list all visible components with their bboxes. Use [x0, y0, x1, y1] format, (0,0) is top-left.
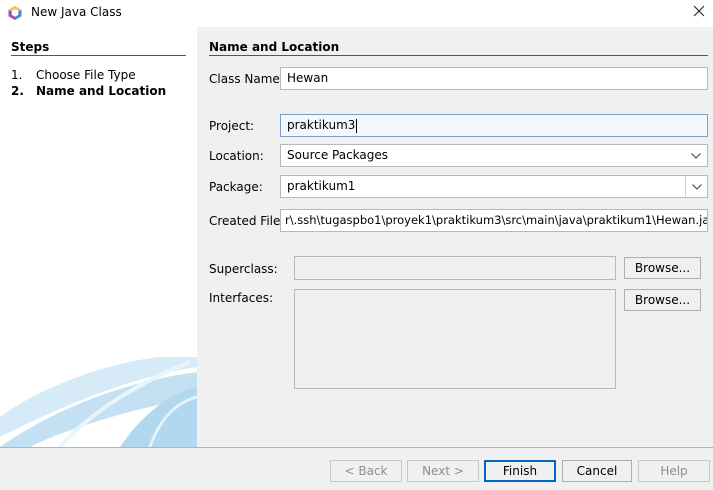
netbeans-cube-icon — [7, 5, 23, 21]
help-button[interactable]: Help — [638, 460, 710, 482]
step-number: 1. — [11, 68, 23, 82]
location-dropdown[interactable]: Source Packages — [280, 144, 708, 167]
location-value: Source Packages — [287, 148, 389, 162]
steps-divider — [11, 55, 186, 56]
decorative-swoosh-graphic — [0, 357, 197, 447]
project-value: praktikum3 — [287, 118, 356, 132]
name-and-location-panel: Name and Location Class Name: Hewan Proj… — [197, 27, 713, 447]
class-name-input[interactable]: Hewan — [280, 67, 708, 90]
step-item-name-and-location: 2. Name and Location — [11, 84, 166, 98]
next-button[interactable]: Next > — [407, 460, 479, 482]
back-button[interactable]: < Back — [330, 460, 402, 482]
finish-button[interactable]: Finish — [484, 460, 556, 482]
step-label: Name and Location — [36, 84, 167, 98]
class-name-label: Class Name: — [209, 72, 284, 86]
title-bar: New Java Class — [0, 0, 713, 27]
created-file-label: Created File: — [209, 214, 285, 228]
project-field[interactable]: praktikum3 — [280, 114, 708, 137]
text-cursor — [356, 118, 358, 133]
interfaces-browse-button[interactable]: Browse... — [624, 289, 701, 311]
footer-divider — [0, 447, 713, 448]
section-divider — [209, 55, 708, 56]
package-combobox[interactable]: praktikum1 — [280, 175, 708, 198]
created-file-value: r\.ssh\tugaspbo1\proyek1\praktikum3\src\… — [285, 213, 708, 227]
window-title: New Java Class — [31, 5, 122, 19]
superclass-label: Superclass: — [209, 262, 278, 276]
package-value: praktikum1 — [287, 179, 356, 193]
step-item-choose-file-type: 1. Choose File Type — [11, 68, 136, 82]
package-label: Package: — [209, 180, 263, 194]
steps-title: Steps — [11, 40, 50, 54]
step-label: Choose File Type — [36, 68, 136, 82]
interfaces-list — [294, 289, 616, 389]
close-icon — [693, 5, 705, 20]
close-button[interactable] — [684, 0, 713, 25]
section-title: Name and Location — [209, 40, 340, 54]
chevron-down-icon[interactable] — [685, 145, 707, 166]
chevron-down-icon[interactable] — [685, 176, 707, 197]
superclass-field — [294, 256, 616, 280]
cancel-button[interactable]: Cancel — [562, 460, 632, 482]
class-name-value: Hewan — [287, 71, 329, 85]
steps-panel: Steps 1. Choose File Type 2. Name and Loca… — [0, 27, 197, 447]
superclass-browse-button[interactable]: Browse... — [624, 257, 701, 279]
location-label: Location: — [209, 149, 264, 163]
step-number: 2. — [11, 84, 24, 98]
project-label: Project: — [209, 119, 255, 133]
interfaces-label: Interfaces: — [209, 291, 274, 305]
created-file-field[interactable]: r\.ssh\tugaspbo1\proyek1\praktikum3\src\… — [280, 209, 708, 232]
